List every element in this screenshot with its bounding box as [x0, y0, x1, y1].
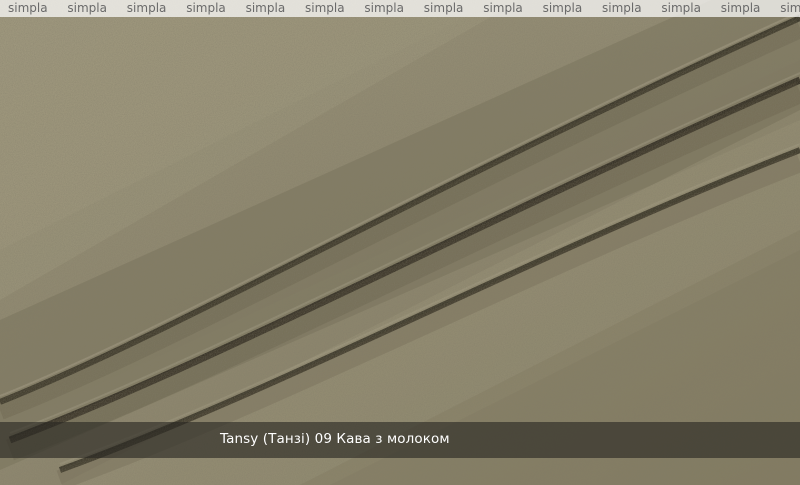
watermark-word: simpla — [542, 1, 583, 15]
watermark-word: simpla — [8, 1, 48, 15]
caption-bar: Tansy (Танзі) 09 Кава з молоком — [0, 422, 800, 458]
watermark-word: simpla — [186, 1, 226, 15]
watermark-word: simpla — [780, 1, 800, 15]
product-caption: Tansy (Танзі) 09 Кава з молоком — [220, 431, 450, 447]
watermark-word: simpla — [305, 1, 345, 15]
watermark-word: simpla — [126, 1, 167, 15]
watermark-strip: simpla simpla simpla simpla simpla simpla simp… — [0, 0, 800, 17]
watermark-word: simpla — [661, 1, 701, 15]
watermark-word: simpla — [364, 1, 404, 15]
watermark-word: simpla — [483, 1, 523, 15]
fabric-photo — [0, 0, 800, 485]
watermark-word: simpla — [602, 1, 642, 15]
watermark-word: simpla — [423, 1, 464, 15]
watermark-word: simpla — [720, 1, 761, 15]
watermark-word: simpla — [245, 1, 286, 15]
watermark-word: simpla — [67, 1, 107, 15]
product-photo: simpla simpla simpla simpla simpla simpla simp… — [0, 0, 800, 485]
